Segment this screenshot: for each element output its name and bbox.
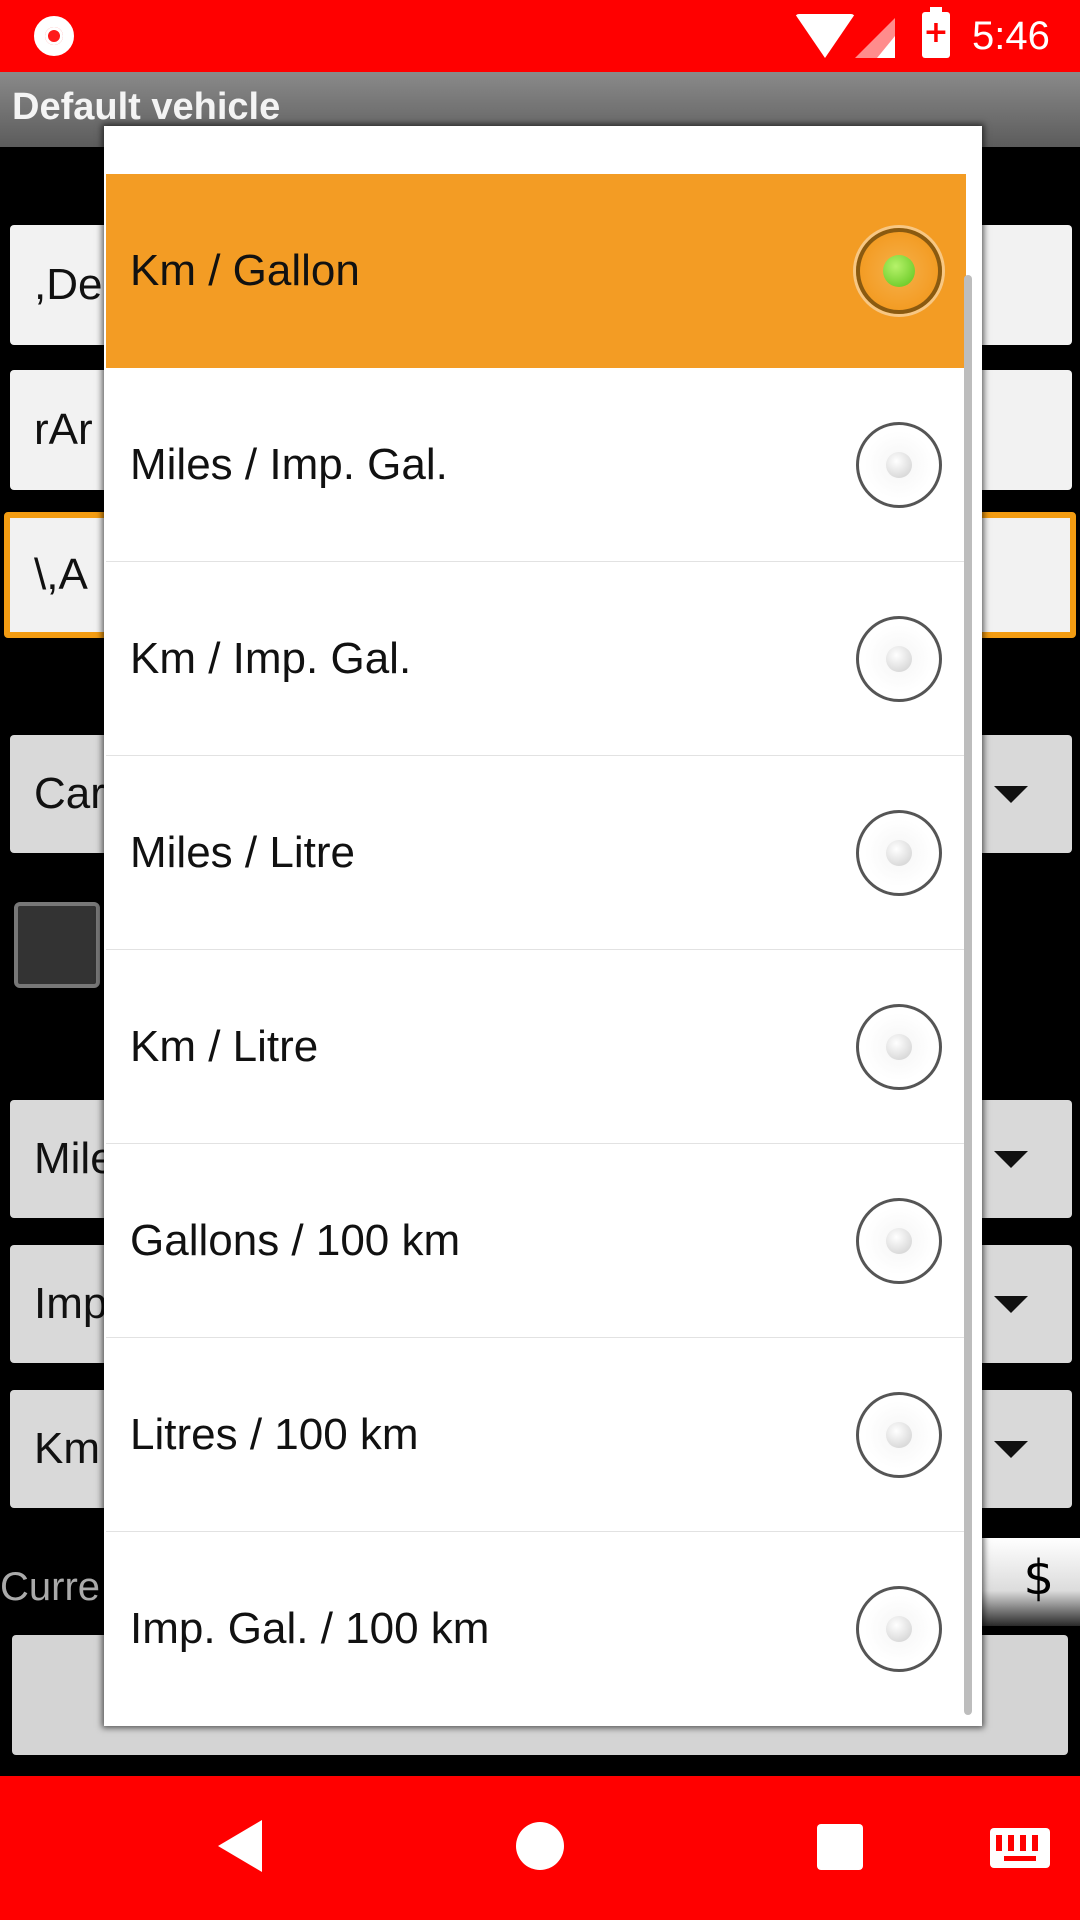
currency-label: Curre	[0, 1565, 101, 1609]
radio-dot-icon	[883, 255, 915, 287]
radio-button[interactable]	[856, 1586, 942, 1672]
status-bar: + 5:46	[0, 0, 1080, 72]
vehicle-checkbox[interactable]	[14, 902, 100, 988]
keyboard-icon[interactable]	[990, 1828, 1050, 1868]
vehicle-type-value: Car	[34, 769, 105, 818]
consumption-unit-value: Km	[34, 1424, 100, 1473]
option-gallons-100km[interactable]: Gallons / 100 km	[106, 1144, 966, 1338]
dropdown-arrow-icon	[994, 786, 1028, 803]
radio-button[interactable]	[856, 809, 942, 896]
radio-button[interactable]	[856, 1003, 942, 1090]
radio-dot-icon	[886, 839, 912, 866]
record-icon	[34, 16, 74, 56]
radio-button[interactable]	[856, 1391, 942, 1478]
consumption-unit-dialog: Km / Gallon Miles / Imp. Gal. Km / Imp. …	[104, 126, 982, 1726]
navigation-bar	[0, 1776, 1080, 1920]
option-label: Miles / Litre	[130, 827, 355, 877]
status-time: 5:46	[972, 14, 1050, 58]
option-imp-gal-100km[interactable]: Imp. Gal. / 100 km	[106, 1532, 966, 1726]
option-miles-litre[interactable]: Miles / Litre	[106, 756, 966, 950]
volume-unit-value: Imp	[34, 1279, 108, 1328]
radio-button[interactable]	[856, 1197, 942, 1284]
radio-button[interactable]	[856, 421, 942, 508]
currency-field[interactable]: $	[980, 1538, 1080, 1626]
notes-field-value: \,A	[34, 550, 88, 599]
radio-dot-icon	[886, 451, 912, 478]
radio-dot-icon	[886, 1421, 912, 1448]
home-icon[interactable]	[516, 1822, 564, 1870]
dropdown-arrow-icon	[994, 1151, 1028, 1168]
dropdown-arrow-icon	[994, 1296, 1028, 1313]
dropdown-arrow-icon	[994, 1441, 1028, 1458]
distance-unit-value: Mile	[34, 1134, 115, 1183]
radio-dot-icon	[886, 1227, 912, 1254]
battery-charging-icon: +	[922, 7, 950, 58]
option-label: Km / Gallon	[130, 246, 360, 295]
radio-button[interactable]	[856, 228, 942, 314]
option-label: Miles / Imp. Gal.	[130, 439, 448, 489]
option-label: Km / Imp. Gal.	[130, 633, 412, 683]
option-label: Litres / 100 km	[130, 1409, 419, 1459]
radio-button[interactable]	[856, 615, 942, 702]
signal-icon	[855, 18, 895, 58]
description-field-value: rAr	[34, 405, 93, 454]
option-litres-100km[interactable]: Litres / 100 km	[106, 1338, 966, 1532]
wifi-icon	[795, 14, 855, 58]
option-km-gallon[interactable]: Km / Gallon	[106, 174, 966, 368]
option-label: Km / Litre	[130, 1021, 319, 1071]
radio-dot-icon	[886, 1616, 912, 1642]
page-title: Default vehicle	[12, 86, 281, 128]
option-label: Imp. Gal. / 100 km	[130, 1604, 490, 1653]
option-km-imp-gal[interactable]: Km / Imp. Gal.	[106, 562, 966, 756]
option-km-litre[interactable]: Km / Litre	[106, 950, 966, 1144]
currency-value: $	[1023, 1550, 1054, 1606]
option-label: Gallons / 100 km	[130, 1215, 461, 1265]
name-field-value: ,De	[34, 260, 103, 309]
back-icon[interactable]	[218, 1820, 262, 1872]
recents-icon[interactable]	[817, 1824, 863, 1870]
radio-dot-icon	[886, 1033, 912, 1060]
option-miles-imp-gal[interactable]: Miles / Imp. Gal.	[106, 368, 966, 562]
radio-dot-icon	[886, 645, 912, 672]
dialog-scrollbar[interactable]	[964, 275, 972, 1715]
